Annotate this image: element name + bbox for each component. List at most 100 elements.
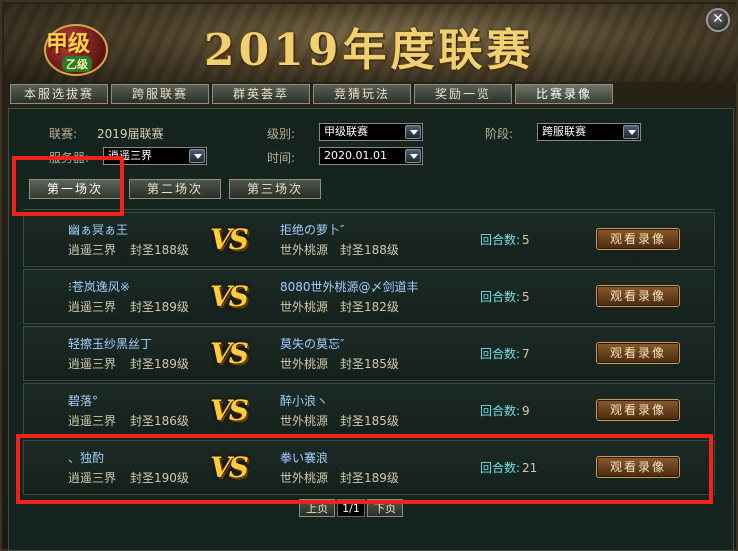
- level-label: 级别:: [267, 127, 296, 141]
- player2-server: 世外桃源: [280, 357, 329, 371]
- round-count: 回合数: 5: [480, 288, 530, 305]
- league-label: 联赛:: [49, 127, 78, 141]
- player2-server: 世外桃源: [280, 243, 329, 257]
- tab-rewards[interactable]: 奖励一览: [414, 84, 512, 104]
- player2-level: 封圣188级: [340, 243, 399, 257]
- watch-replay-button[interactable]: 观看录像: [596, 456, 680, 478]
- filter-bar: 联赛: 2019届联赛 级别: 甲级联赛 阶段: 跨服联赛 服务器: 逍遥三界 …: [9, 109, 733, 169]
- tab-first-round[interactable]: 第一场次: [29, 179, 121, 199]
- player1-name: 幽ぁ冥ぁ王: [68, 223, 129, 237]
- logo-text: 甲级: [46, 31, 91, 57]
- server-select[interactable]: 逍遥三界: [103, 147, 207, 165]
- round-count-value: 21: [522, 461, 538, 475]
- player1-name: ⁝苍岚逸风※: [68, 280, 130, 294]
- player1-server: 逍遥三界: [68, 471, 117, 485]
- watch-replay-button[interactable]: 观看录像: [596, 399, 680, 421]
- banner-title: 2019年度联赛: [204, 25, 535, 76]
- player1-server: 逍遥三界: [68, 300, 117, 314]
- logo-subtext: 乙级: [62, 56, 92, 72]
- match-list: 幽ぁ冥ぁ王 逍遥三界 封圣188级 VS 拒绝の萝卜″ 世外桃源 封圣188级 …: [23, 209, 715, 505]
- player1-level: 封圣190级: [130, 471, 189, 485]
- player1-server: 逍遥三界: [68, 243, 117, 257]
- vs-icon: VS: [210, 280, 249, 313]
- stage-select-value: 跨服联赛: [542, 125, 586, 138]
- chevron-down-icon[interactable]: [405, 125, 421, 139]
- vs-icon: VS: [210, 394, 249, 427]
- round-count: 回合数: 7: [480, 345, 530, 362]
- round-count-label: 回合数:: [480, 404, 521, 418]
- vs-icon: VS: [210, 337, 249, 370]
- close-button[interactable]: ✕: [706, 8, 730, 32]
- match-row: 碧落° 逍遥三界 封圣186级 VS 醉小浪ヽ 世外桃源 封圣185级 回合数:…: [23, 383, 715, 438]
- round-count-label: 回合数:: [480, 347, 521, 361]
- chevron-down-icon[interactable]: [189, 149, 205, 163]
- league-value: 2019届联赛: [97, 127, 164, 141]
- chevron-down-icon[interactable]: [405, 149, 421, 163]
- player1-server: 逍遥三界: [68, 414, 117, 428]
- tab-third-round[interactable]: 第三场次: [229, 179, 321, 199]
- player2-server: 世外桃源: [280, 471, 329, 485]
- round-count: 回合数: 5: [480, 231, 530, 248]
- round-count-value: 7: [522, 347, 530, 361]
- player2-name: 醉小浪ヽ: [280, 394, 329, 408]
- tab-second-round[interactable]: 第二场次: [129, 179, 221, 199]
- game-window: 甲级 乙级 2019年度联赛 ✕ 本服选拔赛 跨服联赛 群英荟萃 竞猜玩法 奖励…: [0, 0, 738, 551]
- tab-betting[interactable]: 竞猜玩法: [313, 84, 411, 104]
- player1-name: 碧落°: [68, 394, 99, 408]
- round-count-value: 5: [522, 290, 530, 304]
- player1-level: 封圣186级: [130, 414, 189, 428]
- player2-name: 8080世外桃源@〆剑道丰: [280, 280, 419, 294]
- player1-level: 封圣189级: [130, 357, 189, 371]
- round-count: 回合数: 21: [480, 459, 537, 476]
- vs-icon: VS: [210, 223, 249, 256]
- time-select-value: 2020.01.01: [324, 149, 387, 162]
- main-tabs: 本服选拔赛 跨服联赛 群英荟萃 竞猜玩法 奖励一览 比赛录像: [10, 84, 613, 106]
- round-count-value: 9: [522, 404, 530, 418]
- player2-level: 封圣182级: [340, 300, 399, 314]
- player1-server: 逍遥三界: [68, 357, 117, 371]
- round-count-label: 回合数:: [480, 461, 521, 475]
- prev-page-button[interactable]: 上页: [299, 499, 335, 517]
- vs-icon: VS: [210, 451, 249, 484]
- round-count-value: 5: [522, 233, 530, 247]
- player2-level: 封圣185级: [340, 414, 399, 428]
- player2-level: 封圣185级: [340, 357, 399, 371]
- time-label: 时间:: [267, 151, 296, 165]
- banner: 甲级 乙级 2019年度联赛: [4, 4, 738, 82]
- stage-label: 阶段:: [485, 127, 514, 141]
- player2-name: 拳い褰浪: [280, 451, 329, 465]
- player1-level: 封圣189级: [130, 300, 189, 314]
- match-row: 轻擦玉纱黑丝丁 逍遥三界 封圣189级 VS 莫失の莫忘″ 世外桃源 封圣185…: [23, 326, 715, 381]
- time-select[interactable]: 2020.01.01: [319, 147, 423, 165]
- watch-replay-button[interactable]: 观看录像: [596, 342, 680, 364]
- round-count-label: 回合数:: [480, 290, 521, 304]
- player1-name: 、独酌: [68, 451, 105, 465]
- stage-select[interactable]: 跨服联赛: [537, 123, 641, 141]
- chevron-down-icon[interactable]: [623, 125, 639, 139]
- watch-replay-button[interactable]: 观看录像: [596, 228, 680, 250]
- tab-heroes-gathering[interactable]: 群英荟萃: [212, 84, 310, 104]
- server-label: 服务器:: [49, 151, 90, 165]
- round-count: 回合数: 9: [480, 402, 530, 419]
- page-indicator: 1/1: [337, 499, 365, 517]
- tab-local-selection[interactable]: 本服选拔赛: [10, 84, 108, 104]
- round-tabs: 第一场次 第二场次 第三场次: [29, 179, 321, 201]
- player1-level: 封圣188级: [130, 243, 189, 257]
- next-page-button[interactable]: 下页: [367, 499, 403, 517]
- level-select[interactable]: 甲级联赛: [319, 123, 423, 141]
- match-row: ⁝苍岚逸风※ 逍遥三界 封圣189级 VS 8080世外桃源@〆剑道丰 世外桃源…: [23, 269, 715, 324]
- player2-name: 拒绝の萝卜″: [280, 223, 345, 237]
- tab-match-replays[interactable]: 比赛录像: [515, 84, 613, 104]
- player2-server: 世外桃源: [280, 300, 329, 314]
- player1-name: 轻擦玉纱黑丝丁: [68, 337, 153, 351]
- round-count-label: 回合数:: [480, 233, 521, 247]
- match-row: 、独酌 逍遥三界 封圣190级 VS 拳い褰浪 世外桃源 封圣189级 回合数:…: [23, 440, 715, 495]
- level-select-value: 甲级联赛: [324, 125, 368, 138]
- match-row: 幽ぁ冥ぁ王 逍遥三界 封圣188级 VS 拒绝の萝卜″ 世外桃源 封圣188级 …: [23, 212, 715, 267]
- player2-name: 莫失の莫忘″: [280, 337, 345, 351]
- tab-cross-server-league[interactable]: 跨服联赛: [111, 84, 209, 104]
- watch-replay-button[interactable]: 观看录像: [596, 285, 680, 307]
- player2-level: 封圣189级: [340, 471, 399, 485]
- pagination: 上页 1/1 下页: [299, 499, 403, 519]
- replay-panel: 联赛: 2019届联赛 级别: 甲级联赛 阶段: 跨服联赛 服务器: 逍遥三界 …: [8, 108, 734, 551]
